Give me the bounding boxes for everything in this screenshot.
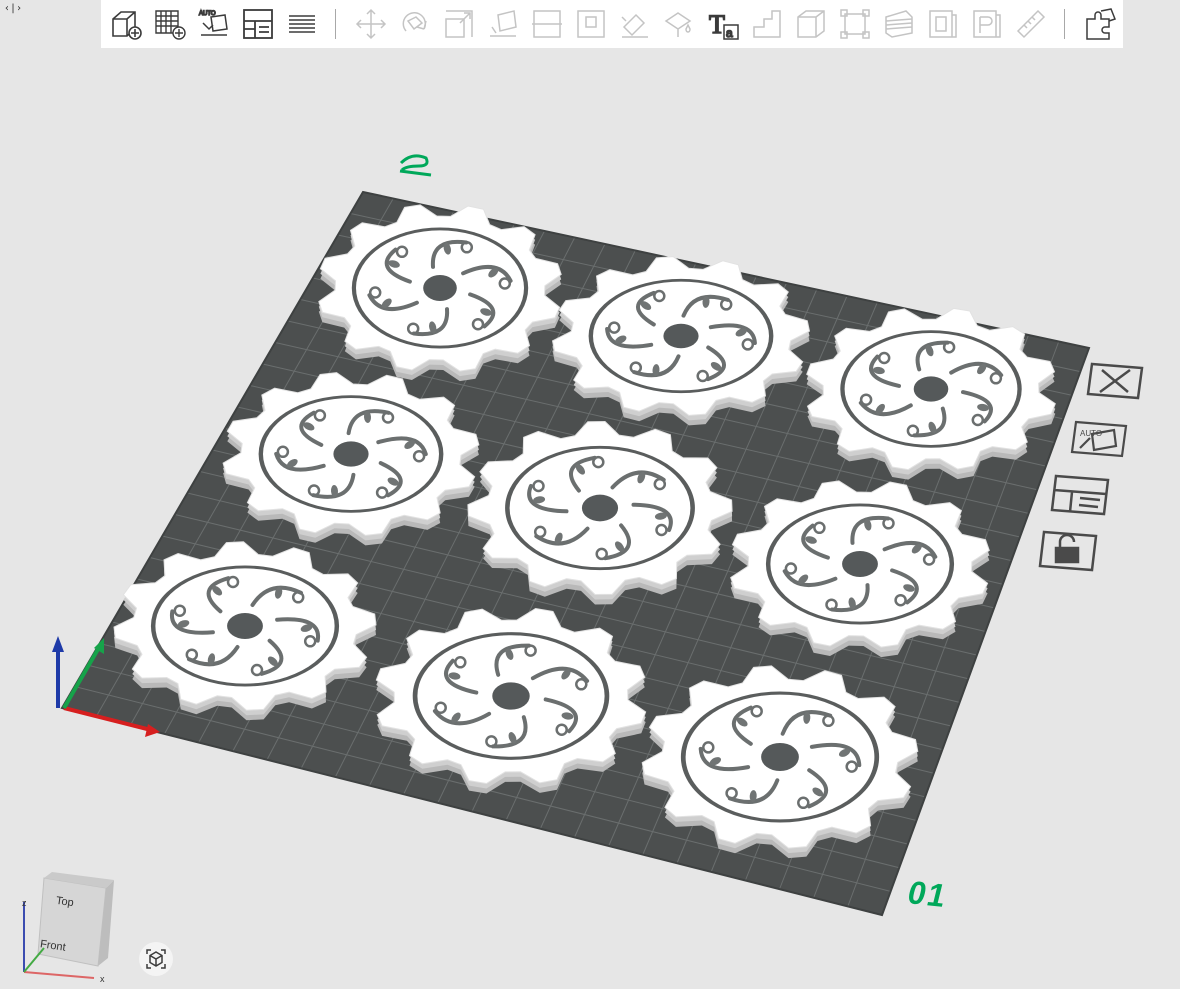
measure-icon[interactable] — [1010, 4, 1051, 44]
hollow-icon[interactable] — [790, 4, 831, 44]
view-cube-top-label[interactable]: Top — [55, 895, 74, 909]
reset-view-button[interactable] — [139, 942, 173, 976]
axis-x-line — [23, 971, 95, 979]
text-icon[interactable]: Ta — [702, 4, 743, 44]
svg-text:a: a — [726, 26, 733, 40]
gear-model[interactable] — [730, 480, 990, 658]
lock-plate-icon — [1038, 530, 1098, 572]
lock-plate-button[interactable] — [1038, 528, 1098, 572]
gear-model[interactable] — [318, 204, 562, 382]
plate-scene[interactable] — [0, 48, 1180, 989]
close-plate-button[interactable] — [1086, 358, 1146, 402]
place-on-face-icon[interactable] — [482, 4, 523, 44]
scale-icon[interactable] — [438, 4, 479, 44]
rotate-icon[interactable] — [394, 4, 435, 44]
auto-arrange-plate-button[interactable]: AUTO — [1070, 416, 1130, 460]
fix-model-icon[interactable] — [834, 4, 875, 44]
layers-icon[interactable] — [281, 4, 322, 44]
arrange-plate-button[interactable] — [1050, 472, 1110, 516]
support-paint-icon[interactable] — [614, 4, 655, 44]
axis-y-line — [23, 947, 45, 973]
main-toolbar: AUTO Ta — [101, 0, 1123, 48]
add-object-icon[interactable] — [105, 4, 146, 44]
add-plate-icon[interactable] — [149, 4, 190, 44]
brim-ears-icon[interactable] — [966, 4, 1007, 44]
auto-arrange-icon[interactable]: AUTO — [193, 4, 234, 44]
variable-layer-height-icon[interactable] — [746, 4, 787, 44]
svg-text:AUTO: AUTO — [1080, 429, 1102, 438]
slice-plane-icon[interactable] — [878, 4, 919, 44]
emboss-icon[interactable] — [922, 4, 963, 44]
reset-view-icon — [146, 949, 166, 969]
panel-toggle[interactable]: ‹|› — [4, 2, 22, 16]
3d-viewport[interactable] — [0, 48, 1180, 989]
move-icon[interactable] — [350, 4, 391, 44]
toolbar-separator — [1064, 9, 1065, 39]
svg-text:T: T — [709, 10, 725, 39]
close-plate-icon — [1086, 362, 1144, 400]
axis-x-label: x — [100, 974, 105, 984]
arrange-plate-icon — [1050, 474, 1110, 516]
gear-model[interactable] — [806, 307, 1056, 480]
cut-icon[interactable] — [526, 4, 567, 44]
seam-paint-icon[interactable] — [658, 4, 699, 44]
view-cube[interactable]: Top Front z x — [10, 870, 120, 985]
toolbar-separator — [335, 9, 336, 39]
plate-origin-marker-icon — [399, 154, 432, 177]
axis-z-label: z — [22, 898, 27, 908]
gear-model[interactable] — [375, 607, 647, 794]
boolean-icon[interactable] — [570, 4, 611, 44]
layout-icon[interactable] — [237, 4, 278, 44]
assembly-icon[interactable] — [1079, 4, 1120, 44]
auto-arrange-plate-icon: AUTO — [1070, 420, 1128, 458]
